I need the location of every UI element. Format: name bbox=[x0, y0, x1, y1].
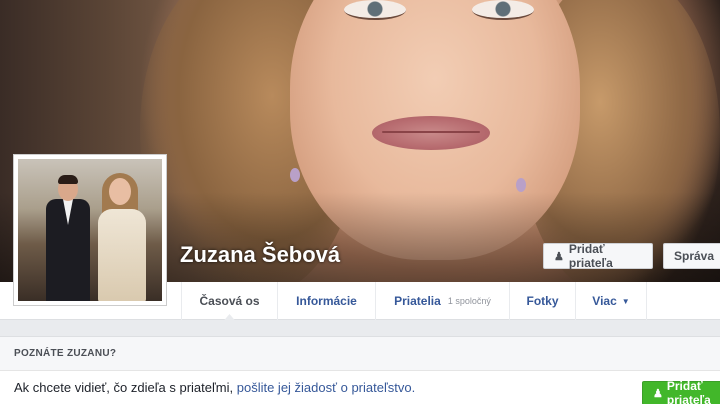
add-friend-button[interactable]: ♟ Pridať priateľa bbox=[543, 242, 653, 270]
tab-friends-label: Priatelia bbox=[394, 294, 441, 308]
profile-photo bbox=[18, 159, 162, 301]
know-user-text: Ak chcete vidieť, čo zdieľa s priateľmi, bbox=[14, 380, 234, 395]
tab-about-label: Informácie bbox=[296, 294, 357, 308]
tab-friends[interactable]: Priatelia 1 spoločný bbox=[375, 282, 509, 320]
know-user-header: POZNÁTE ZUZANU? bbox=[0, 337, 720, 371]
tab-about[interactable]: Informácie bbox=[277, 282, 375, 320]
add-friend-green-button[interactable]: ♟ Pridať priateľa bbox=[642, 379, 720, 404]
cover-earring-left bbox=[290, 168, 300, 182]
tab-photos[interactable]: Fotky bbox=[509, 282, 575, 320]
caret-down-icon: ▼ bbox=[621, 296, 630, 306]
add-friend-green-label: Pridať priateľa bbox=[666, 379, 711, 404]
photo-woman bbox=[96, 173, 148, 301]
message-label: Správa bbox=[674, 249, 715, 263]
mutual-friends-count: 1 spoločný bbox=[447, 296, 491, 306]
tab-more[interactable]: Viac ▼ bbox=[575, 282, 647, 320]
tab-timeline-label: Časová os bbox=[199, 294, 260, 308]
photo-man bbox=[46, 175, 90, 301]
cover-lips bbox=[372, 116, 490, 150]
cover-right-eye bbox=[472, 0, 534, 20]
person-plus-icon: ♟ bbox=[653, 387, 663, 400]
tab-more-label: Viac bbox=[592, 294, 617, 308]
profile-name[interactable]: Zuzana Šebová bbox=[180, 242, 340, 268]
know-user-body: Ak chcete vidieť, čo zdieľa s priateľmi,… bbox=[0, 371, 720, 404]
message-button[interactable]: Správa bbox=[663, 243, 720, 269]
active-tab-pointer bbox=[223, 314, 236, 321]
cover-earring-right bbox=[516, 178, 526, 192]
send-friend-request-link[interactable]: pošlite jej žiadosť o priateľstvo. bbox=[237, 380, 415, 395]
profile-page: Zuzana Šebová ♟ Pridať priateľa Správa Č… bbox=[0, 0, 720, 404]
person-plus-icon: ♟ bbox=[554, 250, 564, 263]
profile-picture[interactable] bbox=[13, 154, 167, 306]
cover-left-eye bbox=[344, 0, 406, 20]
tab-timeline[interactable]: Časová os bbox=[181, 282, 277, 321]
add-friend-label: Pridať priateľa bbox=[568, 242, 613, 270]
tab-photos-label: Fotky bbox=[526, 294, 559, 308]
know-user-box: POZNÁTE ZUZANU? Ak chcete vidieť, čo zdi… bbox=[0, 336, 720, 404]
